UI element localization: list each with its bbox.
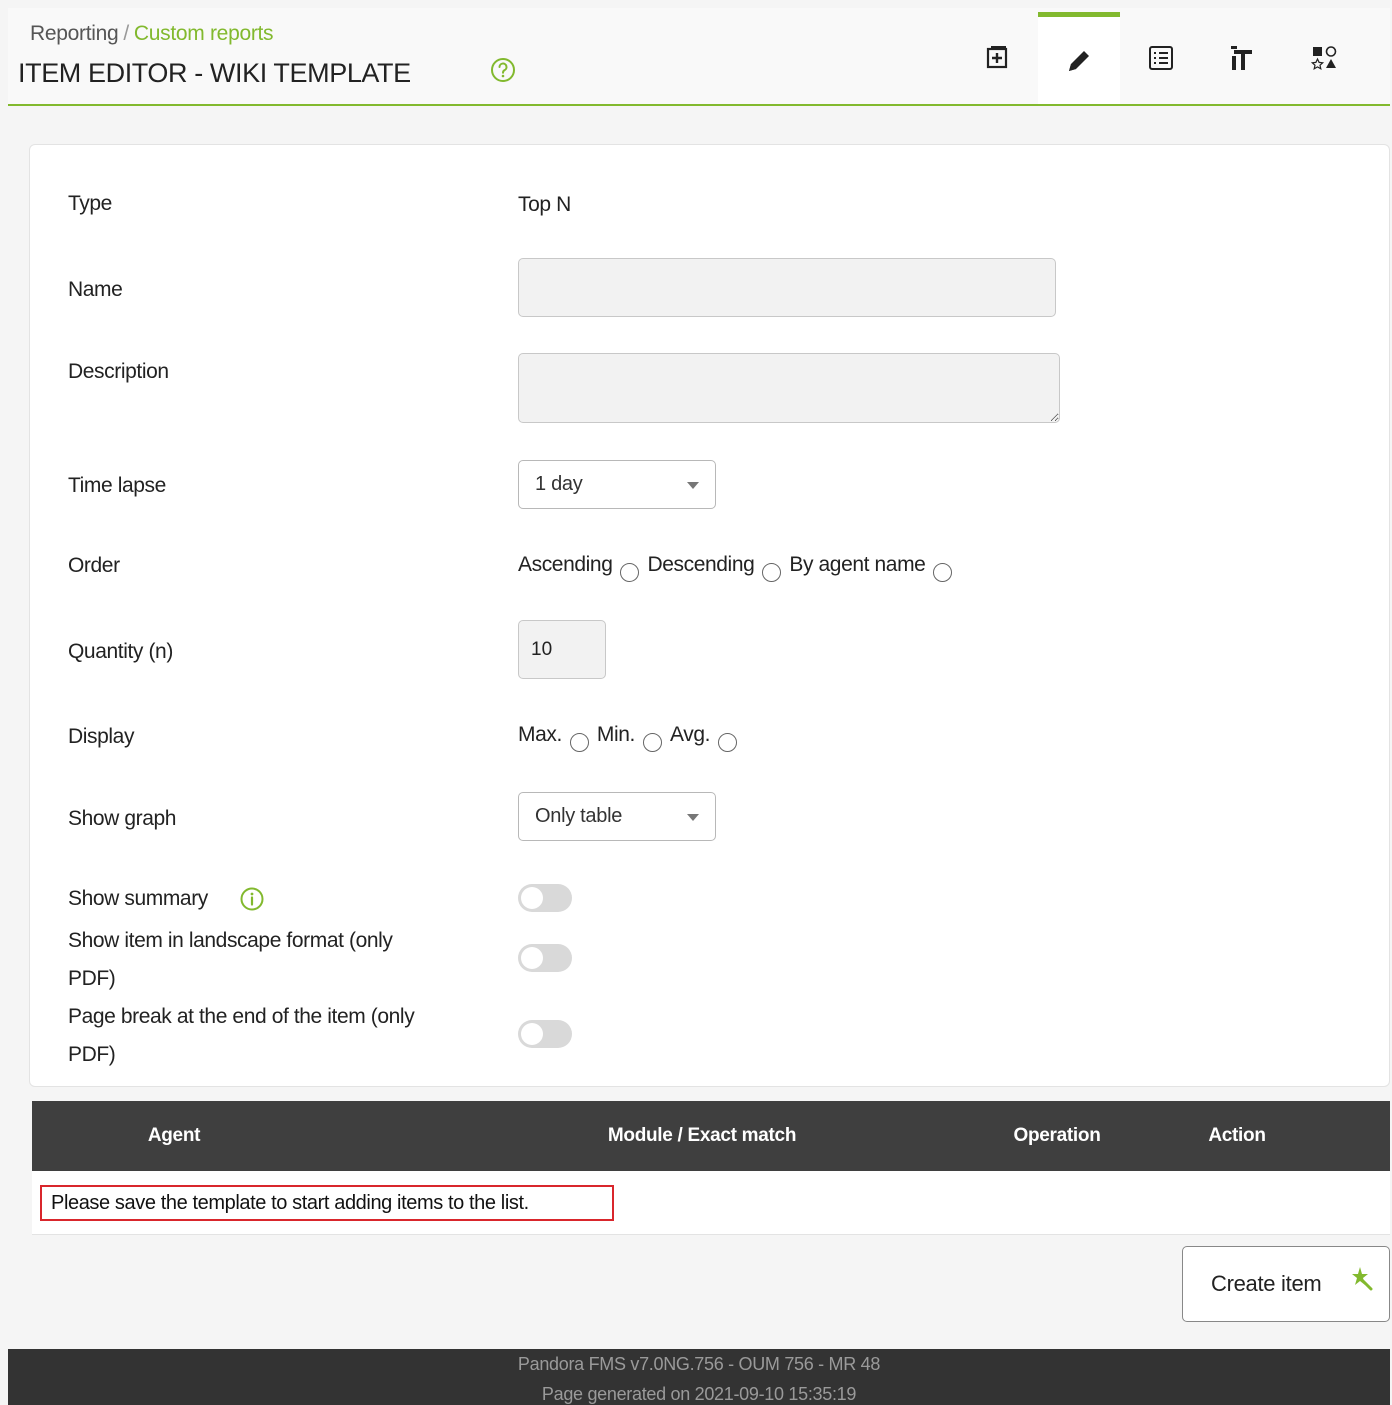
order-radio-group: Ascending Descending By agent name [518, 553, 960, 582]
page-header: Reporting / Custom reports ITEM EDITOR - W… [8, 8, 1390, 106]
display-option-label: Min. [596, 723, 635, 746]
items-table: Agent Module / Exact match Operation Act… [32, 1101, 1390, 1235]
add-box-icon [986, 46, 1008, 69]
display-label: Display [68, 725, 135, 748]
create-item-button[interactable]: Create item [1182, 1246, 1390, 1322]
table-header: Agent Module / Exact match Operation Act… [32, 1101, 1390, 1171]
radio-button[interactable] [933, 563, 953, 582]
empty-notice: Please save the template to start adding… [40, 1185, 614, 1221]
display-option-min[interactable]: Min. [596, 723, 662, 752]
order-option-label: By agent name [789, 553, 926, 576]
order-option-agent-name[interactable]: By agent name [789, 553, 953, 582]
table-row: Please save the template to start adding… [32, 1171, 1390, 1235]
show-graph-label: Show graph [68, 807, 177, 830]
footer: Pandora FMS v7.0NG.756 - OUM 756 - MR 48… [8, 1349, 1390, 1405]
tab-advanced[interactable] [1202, 12, 1284, 104]
page: Reporting / Custom reports ITEM EDITOR - W… [8, 8, 1390, 1405]
help-icon[interactable] [489, 56, 517, 84]
show-summary-label: Show summary [68, 887, 208, 910]
display-option-max[interactable]: Max. [518, 723, 589, 752]
column-module: Module / Exact match [607, 1125, 797, 1146]
page-title: ITEM EDITOR - WIKI TEMPLATE [18, 58, 411, 88]
time-lapse-label: Time lapse [68, 474, 166, 497]
display-option-label: Avg. [670, 723, 711, 746]
toggle-knob [521, 947, 543, 969]
toggle-knob [521, 1023, 543, 1045]
description-textarea[interactable] [518, 353, 1060, 423]
breadcrumb: Reporting / Custom reports [30, 22, 274, 46]
magic-wand-icon [1352, 1267, 1373, 1291]
quantity-label: Quantity (n) [68, 640, 173, 663]
tab-visual-console[interactable] [1284, 12, 1366, 104]
breadcrumb-current[interactable]: Custom reports [134, 22, 274, 45]
radio-button[interactable] [762, 563, 782, 582]
footer-generated: Page generated on 2021-09-10 15:35:19 [541, 1384, 857, 1404]
quantity-input[interactable] [518, 620, 606, 679]
page-break-label: Page break at the end of the item (only [68, 1005, 415, 1028]
radio-button[interactable] [718, 733, 738, 752]
chevron-down-icon [687, 482, 699, 489]
list-icon [1149, 46, 1173, 70]
show-graph-value: Only table [535, 805, 623, 827]
type-value: Top N [518, 193, 571, 216]
tab-add-item[interactable] [956, 12, 1038, 104]
radio-button[interactable] [643, 733, 662, 752]
display-radio-group: Max. Min. Avg. [518, 723, 745, 752]
order-option-label: Ascending [518, 553, 613, 576]
column-action: Action [1208, 1125, 1266, 1146]
item-form: Type Top N Name Description Time lapse 1… [29, 144, 1390, 1087]
pencil-icon [1069, 50, 1089, 71]
toggle-knob [521, 887, 543, 909]
page-break-label-line2: PDF) [68, 1043, 116, 1066]
footer-version: Pandora FMS v7.0NG.756 - OUM 756 - MR 48 [517, 1354, 881, 1374]
name-label: Name [68, 278, 123, 301]
shapes-icon [1310, 46, 1337, 70]
order-option-ascending[interactable]: Ascending [518, 553, 640, 582]
info-icon[interactable] [239, 886, 265, 912]
display-option-avg[interactable]: Avg. [670, 723, 738, 752]
display-option-label: Max. [518, 723, 562, 746]
landscape-label-line2: PDF) [68, 967, 116, 990]
name-input[interactable] [518, 258, 1056, 317]
landscape-label: Show item in landscape format (only [68, 929, 393, 952]
breadcrumb-separator: / [123, 22, 129, 45]
order-option-label: Descending [647, 553, 755, 576]
radio-button[interactable] [569, 733, 589, 752]
column-operation: Operation [1013, 1125, 1101, 1146]
order-label: Order [68, 554, 120, 577]
time-lapse-value: 1 day [535, 473, 583, 495]
show-graph-select[interactable]: Only table [518, 792, 716, 841]
create-item-label: Create item [1211, 1271, 1322, 1296]
chevron-down-icon [687, 814, 699, 821]
order-option-descending[interactable]: Descending [647, 553, 782, 582]
tab-item-editor[interactable] [1038, 12, 1120, 104]
breadcrumb-root[interactable]: Reporting [30, 22, 119, 45]
column-agent: Agent [147, 1125, 201, 1146]
show-summary-toggle[interactable] [518, 884, 572, 912]
page-break-toggle[interactable] [518, 1020, 572, 1048]
tab-list-items[interactable] [1120, 12, 1202, 104]
radio-button[interactable] [620, 563, 640, 582]
description-label: Description [68, 360, 169, 383]
wizard-icon [1231, 46, 1252, 70]
landscape-toggle[interactable] [518, 944, 572, 972]
time-lapse-select[interactable]: 1 day [518, 460, 716, 509]
type-label: Type [68, 192, 112, 215]
